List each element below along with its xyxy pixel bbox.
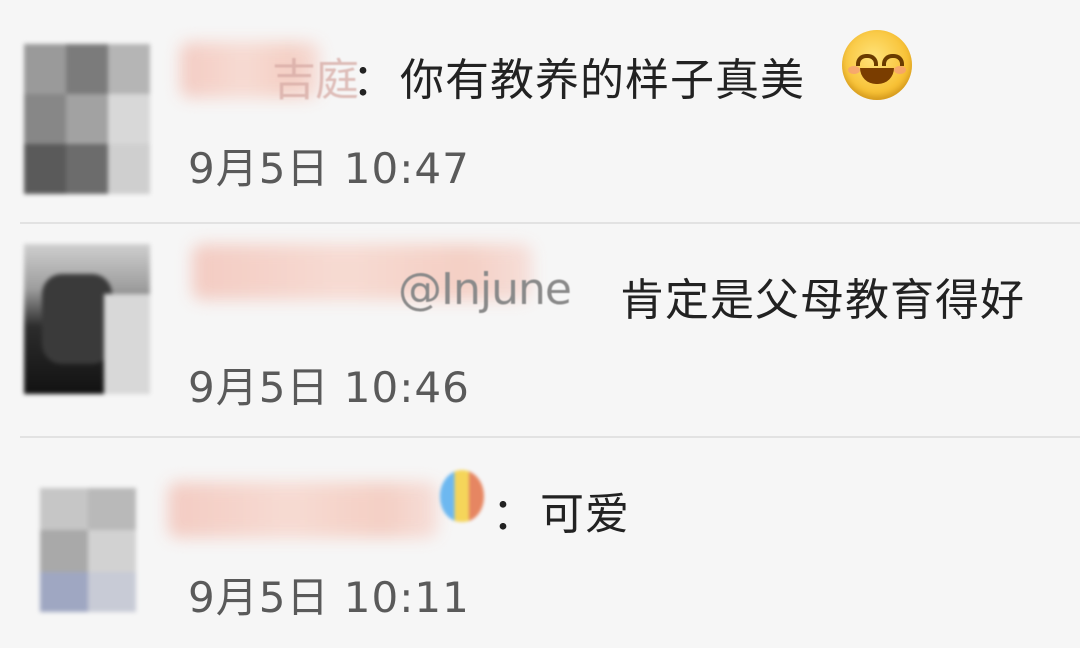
- comment-timestamp: 9月5日 10:47: [188, 144, 470, 193]
- comment-text: 肯定是父母教育得好: [620, 275, 1025, 326]
- comment-1: 吉庭 ： 你有教养的样子真美 9月5日 10:47: [0, 0, 1080, 222]
- comment-3: ： 可爱 9月5日 10:11: [0, 438, 1080, 648]
- username-suffix[interactable]: 吉庭: [272, 44, 359, 108]
- hot-air-balloon-emoji-icon: [440, 470, 484, 522]
- mention-link[interactable]: @Injune: [398, 264, 572, 315]
- comment-timestamp: 9月5日 10:46: [188, 363, 470, 412]
- comment-separator: ：: [352, 55, 397, 106]
- comment-text: 你有教养的样子真美: [400, 55, 805, 106]
- comment-text: 可爱: [540, 489, 630, 540]
- comment-timestamp: 9月5日 10:11: [188, 573, 470, 622]
- smiling-face-emoji-icon: [842, 30, 912, 100]
- comment-2: @Injune 肯定是父母教育得好 9月5日 10:46: [0, 224, 1080, 436]
- avatar[interactable]: [24, 244, 150, 394]
- username-blurred[interactable]: [168, 482, 438, 538]
- avatar[interactable]: [40, 488, 136, 612]
- comment-separator: ：: [492, 489, 537, 540]
- avatar[interactable]: [24, 44, 150, 194]
